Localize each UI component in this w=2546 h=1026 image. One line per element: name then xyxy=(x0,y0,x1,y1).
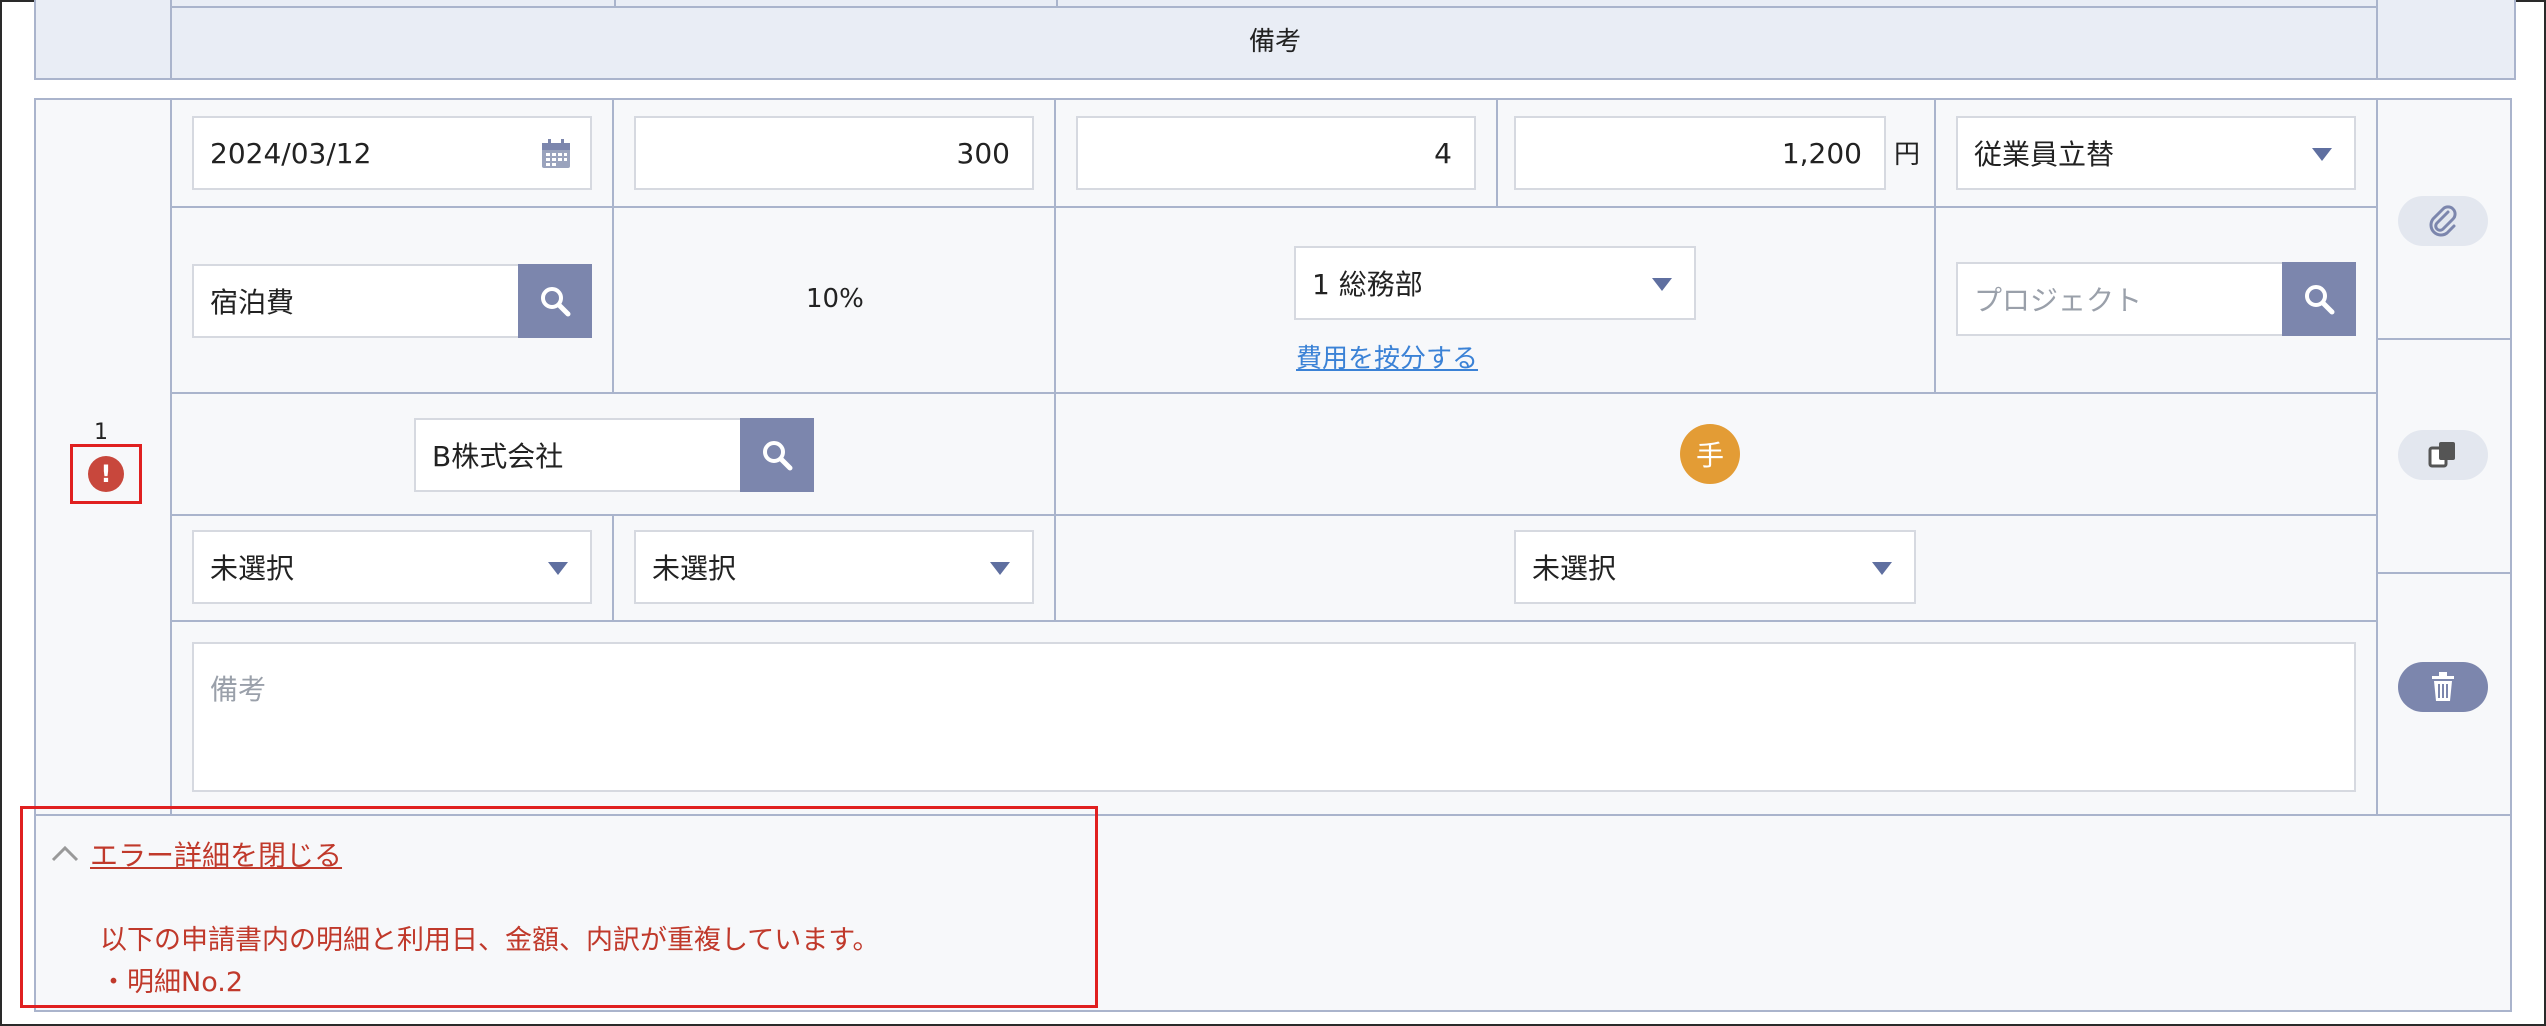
table-header: 備考 xyxy=(34,0,2516,80)
select-3-value: 未選択 xyxy=(1532,552,1617,585)
copy-icon xyxy=(2428,442,2455,468)
error-item: ・明細No.2 xyxy=(100,967,244,998)
remarks-textarea[interactable]: 備考 xyxy=(192,642,2356,792)
select-2[interactable]: 未選択 xyxy=(634,530,1034,604)
amount-value: 1,200 xyxy=(1781,136,1862,170)
vendor-field[interactable]: B株式会社 xyxy=(414,418,742,492)
amount-unit: 円 xyxy=(1894,140,1921,170)
search-icon xyxy=(763,441,793,471)
attach-button[interactable] xyxy=(2398,196,2488,246)
allocate-cost-link[interactable]: 費用を按分する xyxy=(1296,338,1478,375)
project-field[interactable]: プロジェクト xyxy=(1956,262,2284,336)
date-field[interactable]: 2024/03/12 xyxy=(192,116,592,190)
department-value: 1 総務部 xyxy=(1312,268,1423,301)
expense-item-value: 宿泊費 xyxy=(210,286,295,319)
caret-down-icon xyxy=(1652,278,1672,291)
unit-price-value: 300 xyxy=(956,136,1010,170)
vendor-value: B株式会社 xyxy=(432,440,564,473)
remarks-column-header: 備考 xyxy=(1248,26,1301,57)
search-icon xyxy=(2305,285,2335,315)
unit-price-field[interactable]: 300 xyxy=(634,116,1034,190)
expense-item-search-button[interactable] xyxy=(518,264,592,338)
select-3[interactable]: 未選択 xyxy=(1514,530,1916,604)
copy-button[interactable] xyxy=(2398,430,2488,480)
amount-field[interactable]: 1,200 xyxy=(1514,116,1886,190)
clip-icon xyxy=(2429,205,2457,237)
quantity-field[interactable]: 4 xyxy=(1076,116,1476,190)
remarks-placeholder: 備考 xyxy=(210,673,267,706)
search-icon xyxy=(541,287,571,317)
payment-method-select[interactable]: 従業員立替 xyxy=(1956,116,2356,190)
close-error-details-link[interactable]: エラー詳細を閉じる xyxy=(90,834,342,874)
error-message: 以下の申請書内の明細と利用日、金額、内訳が重複しています。 xyxy=(100,925,880,956)
caret-down-icon xyxy=(2312,148,2332,161)
caret-down-icon xyxy=(1872,562,1892,575)
trash-icon xyxy=(2432,672,2454,701)
select-1-value: 未選択 xyxy=(210,552,295,585)
expense-item-field[interactable]: 宿泊費 xyxy=(192,264,520,338)
project-placeholder: プロジェクト xyxy=(1974,284,2143,317)
row-number: 1 xyxy=(94,420,108,445)
select-1[interactable]: 未選択 xyxy=(192,530,592,604)
department-select[interactable]: 1 総務部 xyxy=(1294,246,1696,320)
tax-rate: 10% xyxy=(806,284,864,314)
delete-button[interactable] xyxy=(2398,662,2488,712)
payment-method-value: 従業員立替 xyxy=(1974,138,2115,171)
project-search-button[interactable] xyxy=(2282,262,2356,336)
error-icon[interactable]: ! xyxy=(88,456,124,492)
date-value: 2024/03/12 xyxy=(210,136,372,170)
calendar-icon[interactable] xyxy=(540,138,572,170)
quantity-value: 4 xyxy=(1434,136,1452,170)
chevron-up-icon[interactable] xyxy=(50,842,80,864)
caret-down-icon xyxy=(990,562,1010,575)
caret-down-icon xyxy=(548,562,568,575)
manual-badge: 手 xyxy=(1680,424,1740,484)
select-2-value: 未選択 xyxy=(652,552,737,585)
vendor-search-button[interactable] xyxy=(740,418,814,492)
